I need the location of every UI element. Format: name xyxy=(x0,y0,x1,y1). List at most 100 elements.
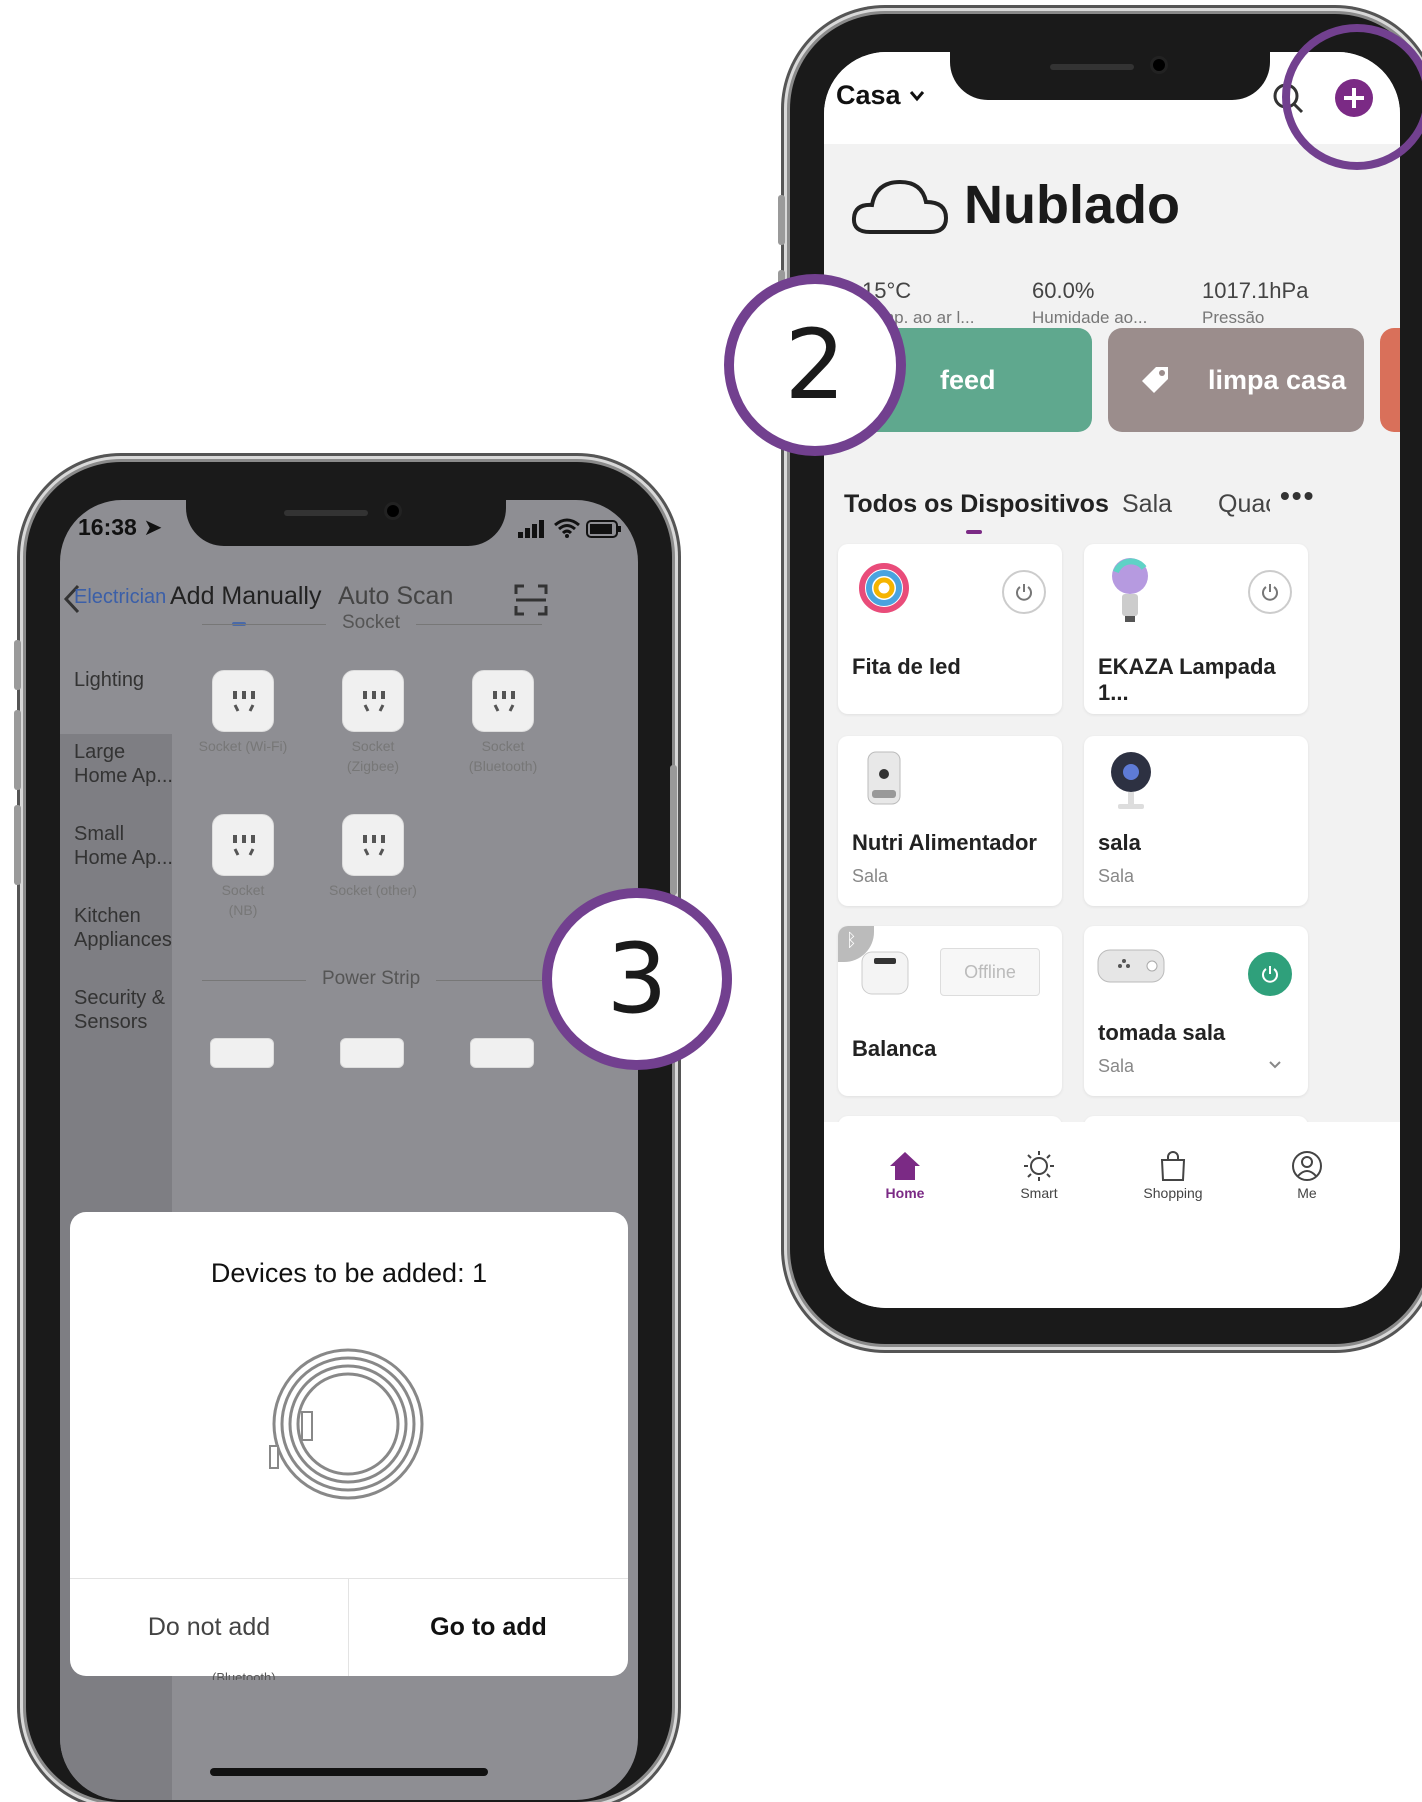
socket-face-icon xyxy=(363,691,385,712)
device-card-fita-de-led[interactable]: Fita de led xyxy=(838,544,1062,714)
device-room: Sala xyxy=(852,866,889,886)
socket-wifi-icon[interactable] xyxy=(212,670,274,732)
socket-other-icon[interactable] xyxy=(342,814,404,876)
power-strip-icon[interactable] xyxy=(470,1038,534,1068)
category-electrician-bg xyxy=(60,650,172,734)
socket-face-icon xyxy=(363,835,385,856)
cloud-icon xyxy=(851,179,949,234)
right-phone-screen: Casa Nublado 15°C Temp. ao ar l... 60.0%… xyxy=(824,52,1400,1308)
battery-icon xyxy=(586,520,621,538)
label-line: (NB) xyxy=(228,902,258,918)
section-power-strip: Power Strip xyxy=(322,968,421,989)
home-indicator[interactable] xyxy=(210,1768,488,1776)
device-card-balanca[interactable]: ᛒ Offline Balanca xyxy=(838,926,1062,1096)
section-divider xyxy=(436,980,542,981)
section-socket: Socket xyxy=(342,612,401,633)
home-icon xyxy=(890,1152,920,1180)
label-line: Socket xyxy=(351,738,395,754)
socket-bluetooth-icon[interactable] xyxy=(472,670,534,732)
label-line: Socket (Wi-Fi) xyxy=(198,738,288,754)
scale-icon xyxy=(861,951,909,995)
tab-auto-scan[interactable]: Auto Scan xyxy=(338,582,453,611)
section-divider xyxy=(202,980,306,981)
stat-label: Pressão xyxy=(1202,308,1265,327)
step-number: 3 xyxy=(606,923,668,1035)
label-line: (Bluetooth) xyxy=(468,758,538,774)
tab-quarto[interactable]: Quac xyxy=(1218,490,1270,519)
label-line: Socket (other) xyxy=(329,882,417,898)
speaker-grille xyxy=(284,510,368,516)
sun-icon xyxy=(1024,1151,1054,1181)
speaker-grille xyxy=(1050,64,1134,70)
socket-other-label: Socket (other) xyxy=(303,880,443,900)
tab-sala[interactable]: Sala xyxy=(1122,490,1172,519)
go-to-add-button[interactable]: Go to add xyxy=(349,1578,628,1676)
socket-face-icon xyxy=(233,691,255,712)
left-phone-notch xyxy=(186,488,506,546)
scene-label: limpa casa xyxy=(1208,364,1347,395)
nav-shopping[interactable]: Shopping xyxy=(1128,1150,1218,1201)
weather-condition: Nublado xyxy=(964,175,1180,235)
do-not-add-button[interactable]: Do not add xyxy=(70,1578,348,1676)
tab-indicator xyxy=(966,530,982,534)
device-name: Fita de led xyxy=(852,654,961,679)
user-icon xyxy=(1292,1151,1322,1181)
socket-bluetooth-label: Socket (Bluetooth) xyxy=(433,736,573,776)
category-lighting[interactable]: Lighting xyxy=(74,668,174,692)
category-small-home-appliances[interactable]: Small Home Ap... xyxy=(74,822,174,870)
camera-icon xyxy=(1111,752,1151,809)
scene-partial[interactable] xyxy=(1380,328,1400,432)
nav-label: Me xyxy=(1297,1185,1317,1201)
nav-smart[interactable]: Smart xyxy=(994,1150,1084,1201)
power-icon[interactable] xyxy=(1248,570,1292,614)
home-selector[interactable]: Casa xyxy=(836,80,925,111)
time-text: 16:38 xyxy=(78,514,137,540)
label-line: (Zigbee) xyxy=(346,758,400,774)
scan-qr-icon[interactable] xyxy=(514,584,548,616)
nav-label: Home xyxy=(885,1185,925,1201)
section-divider xyxy=(416,624,542,625)
scene-limpa-casa[interactable]: limpa casa xyxy=(1108,328,1364,432)
front-camera xyxy=(384,502,402,520)
category-kitchen-appliances[interactable]: Kitchen Appliances xyxy=(74,904,174,952)
device-name: tomada sala xyxy=(1098,1020,1226,1045)
tab-all-devices[interactable]: Todos os Dispositivos xyxy=(844,490,1109,534)
dialog-title: Devices to be added: 1 xyxy=(210,1258,488,1288)
power-strip-icon[interactable] xyxy=(210,1038,274,1068)
step-marker-2: 2 xyxy=(724,274,906,456)
volume-button xyxy=(14,805,21,885)
socket-zigbee-icon[interactable] xyxy=(342,670,404,732)
device-card-sala[interactable]: sala Sala xyxy=(1084,736,1308,906)
device-room: Sala xyxy=(1098,866,1135,886)
device-card-ekaza-lampada[interactable]: EKAZA Lampada 1... xyxy=(1084,544,1308,714)
tab-add-manually[interactable]: Add Manually xyxy=(170,582,322,626)
more-tabs-icon[interactable]: ••• xyxy=(1280,480,1315,512)
nav-home[interactable]: Home xyxy=(860,1150,950,1201)
device-card-nutri-alimentador[interactable]: Nutri Alimentador Sala xyxy=(838,736,1062,906)
device-room: Sala xyxy=(1098,1056,1135,1076)
scene-label: feed xyxy=(940,364,996,395)
category-security-sensors[interactable]: Security & Sensors xyxy=(74,986,174,1034)
socket-nb-icon[interactable] xyxy=(212,814,274,876)
power-icon[interactable] xyxy=(1002,570,1046,614)
category-electrician[interactable]: Electrician xyxy=(74,585,166,609)
device-name: Nutri Alimentador xyxy=(852,830,1037,855)
left-phone-screen: 16:38 ➤ Add Manually Auto Scan Electrici… xyxy=(60,500,638,1800)
power-on-icon[interactable] xyxy=(1248,952,1292,996)
power-strip-icon[interactable] xyxy=(340,1038,404,1068)
category-large-home-appliances[interactable]: Large Home Ap... xyxy=(74,740,174,788)
nav-me[interactable]: Me xyxy=(1262,1150,1352,1201)
device-card-tomada-sala[interactable]: tomada sala Sala xyxy=(1084,926,1308,1096)
socket-zigbee-label: Socket (Zigbee) xyxy=(303,736,443,776)
led-strip-coil-icon xyxy=(269,1348,424,1500)
pet-feeder-icon xyxy=(867,751,901,805)
shopping-bag-icon xyxy=(1160,1151,1186,1181)
tab-label: Add Manually xyxy=(170,582,322,610)
socket-wifi-label: Socket (Wi-Fi) xyxy=(173,736,313,756)
add-highlight-ring xyxy=(1282,24,1422,170)
chevron-down-icon[interactable] xyxy=(1268,1060,1282,1070)
smart-plug-icon xyxy=(1097,949,1165,983)
socket-nb-label: Socket (NB) xyxy=(173,880,313,920)
add-device-dialog: Devices to be added: 1 Do not add Go to … xyxy=(70,1212,628,1676)
right-phone-notch xyxy=(950,40,1270,100)
